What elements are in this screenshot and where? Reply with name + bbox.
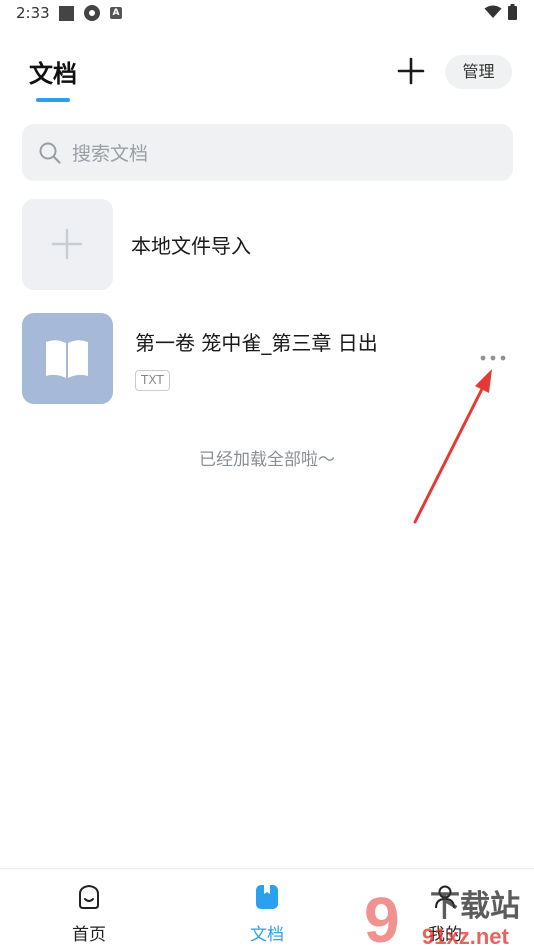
notification-square-icon: [59, 6, 74, 21]
manage-button[interactable]: 管理: [445, 55, 512, 89]
open-book-icon: [46, 340, 88, 378]
nav-home[interactable]: 首页: [29, 868, 149, 950]
notification-gear-icon: [84, 5, 100, 21]
nav-documents[interactable]: 文档: [207, 868, 327, 950]
nav-home-label: 首页: [72, 925, 106, 945]
profile-icon: [435, 885, 455, 909]
document-title[interactable]: 第一卷 笼中雀_第三章 日出: [135, 327, 378, 356]
nav-profile-label: 我的: [428, 925, 462, 945]
add-document-button[interactable]: [396, 56, 426, 86]
nav-profile[interactable]: 我的: [385, 868, 505, 950]
list-end-text: 已经加载全部啦～: [199, 450, 335, 470]
search-icon: [39, 142, 61, 164]
page-title: 文档: [29, 60, 77, 88]
more-options-button[interactable]: [478, 352, 508, 364]
import-local-file-label[interactable]: 本地文件导入: [131, 230, 251, 259]
home-icon: [79, 884, 99, 909]
wifi-icon: [484, 5, 502, 18]
file-type-badge: TXT: [135, 370, 170, 391]
battery-icon: [508, 4, 517, 20]
document-icon: [256, 885, 278, 909]
status-time: 2:33: [16, 4, 50, 22]
nav-documents-label: 文档: [250, 925, 284, 945]
active-tab-indicator: [36, 98, 70, 102]
plus-icon: [51, 228, 83, 260]
search-input[interactable]: [70, 124, 494, 183]
notification-a-icon: A: [110, 7, 122, 19]
